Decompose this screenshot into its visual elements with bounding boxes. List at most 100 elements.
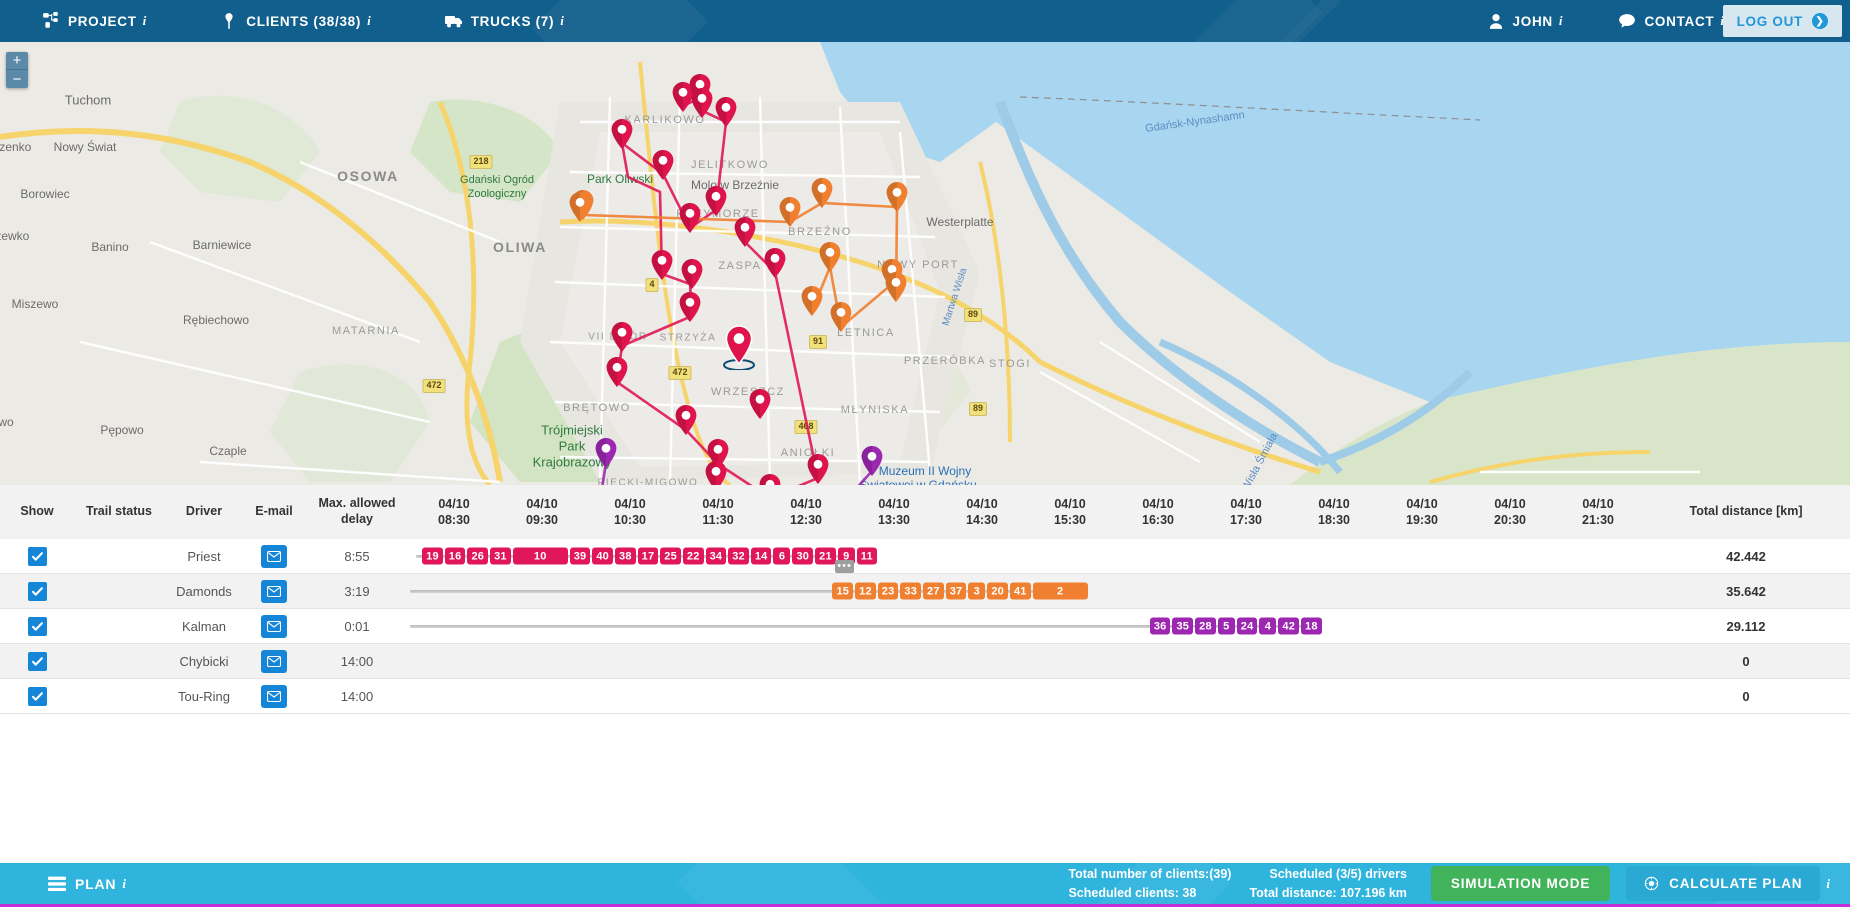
stop-badge[interactable]: 32: [728, 547, 749, 565]
simulation-mode-button[interactable]: SIMULATION MODE: [1430, 866, 1611, 901]
show-checkbox[interactable]: [27, 686, 47, 706]
stop-badge[interactable]: 36: [1149, 617, 1171, 635]
show-checkbox[interactable]: [27, 546, 47, 566]
map-pin[interactable]: [830, 302, 852, 332]
stop-badge[interactable]: 40: [592, 547, 613, 565]
nav-item-trucks[interactable]: TRUCKS (7): [444, 12, 555, 30]
map-pin[interactable]: [861, 446, 883, 476]
map-pin[interactable]: [705, 461, 727, 485]
project-info-icon[interactable]: i: [137, 13, 153, 29]
email-button[interactable]: [261, 684, 287, 708]
stop-badge[interactable]: 37: [945, 582, 967, 600]
map-pin[interactable]: [764, 248, 786, 278]
stop-badge[interactable]: 11: [856, 547, 877, 565]
stop-badge[interactable]: 35: [1172, 617, 1194, 635]
map-pin[interactable]: [595, 438, 617, 468]
map-pin[interactable]: [611, 119, 633, 149]
stop-badge[interactable]: 5: [1217, 617, 1235, 635]
stop-badge[interactable]: 3: [968, 582, 986, 600]
calculate-plan-info-icon[interactable]: i: [1820, 876, 1836, 892]
stop-badge[interactable]: 28: [1195, 617, 1216, 635]
map-pin[interactable]: [759, 474, 781, 485]
map-view[interactable]: Tuchom OSOWA Nowy Świat Borowiec Barniewice O…: [0, 42, 1850, 485]
map-pin[interactable]: [715, 97, 737, 127]
map-pin[interactable]: [885, 272, 907, 302]
map-pin[interactable]: [651, 250, 673, 280]
map-pin[interactable]: [675, 405, 697, 435]
stop-badge[interactable]: 17: [637, 547, 659, 565]
user-info-icon[interactable]: i: [1553, 13, 1569, 29]
timeline-overflow-button[interactable]: •••: [835, 560, 855, 573]
stop-badge[interactable]: 25: [660, 547, 681, 565]
stop-badge[interactable]: 19: [422, 547, 443, 565]
email-button[interactable]: [261, 649, 287, 673]
map-pin[interactable]: [606, 357, 628, 387]
map-pin[interactable]: [569, 192, 591, 222]
map-pin[interactable]: [611, 322, 633, 352]
stop-badge[interactable]: 14: [750, 547, 772, 565]
stop-badge[interactable]: 23: [877, 582, 899, 600]
map-pin[interactable]: [691, 88, 713, 118]
stop-badge[interactable]: 6: [773, 547, 791, 565]
clients-info-icon[interactable]: i: [361, 13, 377, 29]
stop-badge[interactable]: 41: [1009, 582, 1031, 600]
stop-badge[interactable]: 26: [467, 547, 489, 565]
stop-badge[interactable]: 21: [815, 547, 836, 565]
stop-badge[interactable]: 24: [1236, 617, 1258, 635]
nav-item-user[interactable]: JOHN: [1487, 12, 1553, 30]
plan-info-icon[interactable]: i: [116, 876, 132, 892]
nav-item-clients[interactable]: CLIENTS (38/38): [220, 12, 361, 30]
stop-badge[interactable]: 42: [1278, 617, 1300, 635]
email-button[interactable]: [261, 544, 287, 568]
stop-badge[interactable]: 12: [855, 582, 876, 600]
map-pin[interactable]: [807, 454, 829, 484]
zoom-out-button[interactable]: −: [6, 70, 28, 88]
map-pin[interactable]: [652, 150, 674, 180]
stop-badge[interactable]: 38: [615, 547, 636, 565]
map-pin[interactable]: [734, 217, 756, 247]
stop-badge[interactable]: 30: [792, 547, 814, 565]
show-checkbox[interactable]: [27, 616, 47, 636]
calculate-plan-button[interactable]: CALCULATE PLAN: [1626, 866, 1821, 901]
row-timeline-cell[interactable]: [410, 644, 1642, 679]
zoom-in-button[interactable]: +: [6, 52, 28, 70]
map-pin[interactable]: [819, 242, 841, 272]
map-pin[interactable]: [681, 259, 703, 289]
stop-badge[interactable]: 31: [490, 547, 511, 565]
stop-badge[interactable]: 10: [512, 547, 568, 565]
map-pin[interactable]: [801, 286, 823, 316]
current-location-marker[interactable]: [721, 324, 757, 371]
stop-badge[interactable]: 2: [1032, 582, 1088, 600]
stop-badge[interactable]: 15: [832, 582, 854, 600]
stop-badge[interactable]: 33: [900, 582, 922, 600]
map-pin[interactable]: [811, 178, 833, 208]
stop-badge[interactable]: 39: [569, 547, 591, 565]
nav-item-project[interactable]: PROJECT: [42, 12, 137, 30]
row-timeline-cell[interactable]: 19 16 26 31 10 39 40 38 17 25 22 34 32 14 6 30 21 9 11 •••: [410, 539, 1642, 574]
map-pin[interactable]: [886, 182, 908, 212]
map-pin[interactable]: [705, 186, 727, 216]
show-checkbox[interactable]: [27, 651, 47, 671]
row-timeline-cell[interactable]: [410, 679, 1642, 714]
plan-button[interactable]: PLAN: [48, 875, 116, 893]
row-timeline-cell[interactable]: 36 35 28 5 24 4 42 18: [410, 609, 1642, 644]
nav-item-contact[interactable]: CONTACT: [1618, 12, 1714, 30]
map-zoom-controls[interactable]: + −: [6, 52, 28, 88]
stop-badge[interactable]: 4: [1259, 617, 1277, 635]
map-pin[interactable]: [779, 197, 801, 227]
email-button[interactable]: [261, 579, 287, 603]
stop-badge[interactable]: 20: [987, 582, 1008, 600]
stop-badge[interactable]: 34: [705, 547, 727, 565]
logout-button[interactable]: LOG OUT ❯: [1722, 5, 1842, 37]
stop-badge[interactable]: 22: [682, 547, 704, 565]
stop-badge[interactable]: 27: [923, 582, 944, 600]
map-pin[interactable]: [679, 292, 701, 322]
email-button[interactable]: [261, 614, 287, 638]
map-pin[interactable]: [749, 389, 771, 419]
stop-badge[interactable]: 16: [444, 547, 466, 565]
show-checkbox[interactable]: [27, 581, 47, 601]
map-pin[interactable]: [679, 203, 701, 233]
stop-badge[interactable]: 18: [1301, 617, 1322, 635]
trucks-info-icon[interactable]: i: [554, 13, 570, 29]
row-timeline-cell[interactable]: 15 12 23 33 27 37 3 20 41 2: [410, 574, 1642, 609]
